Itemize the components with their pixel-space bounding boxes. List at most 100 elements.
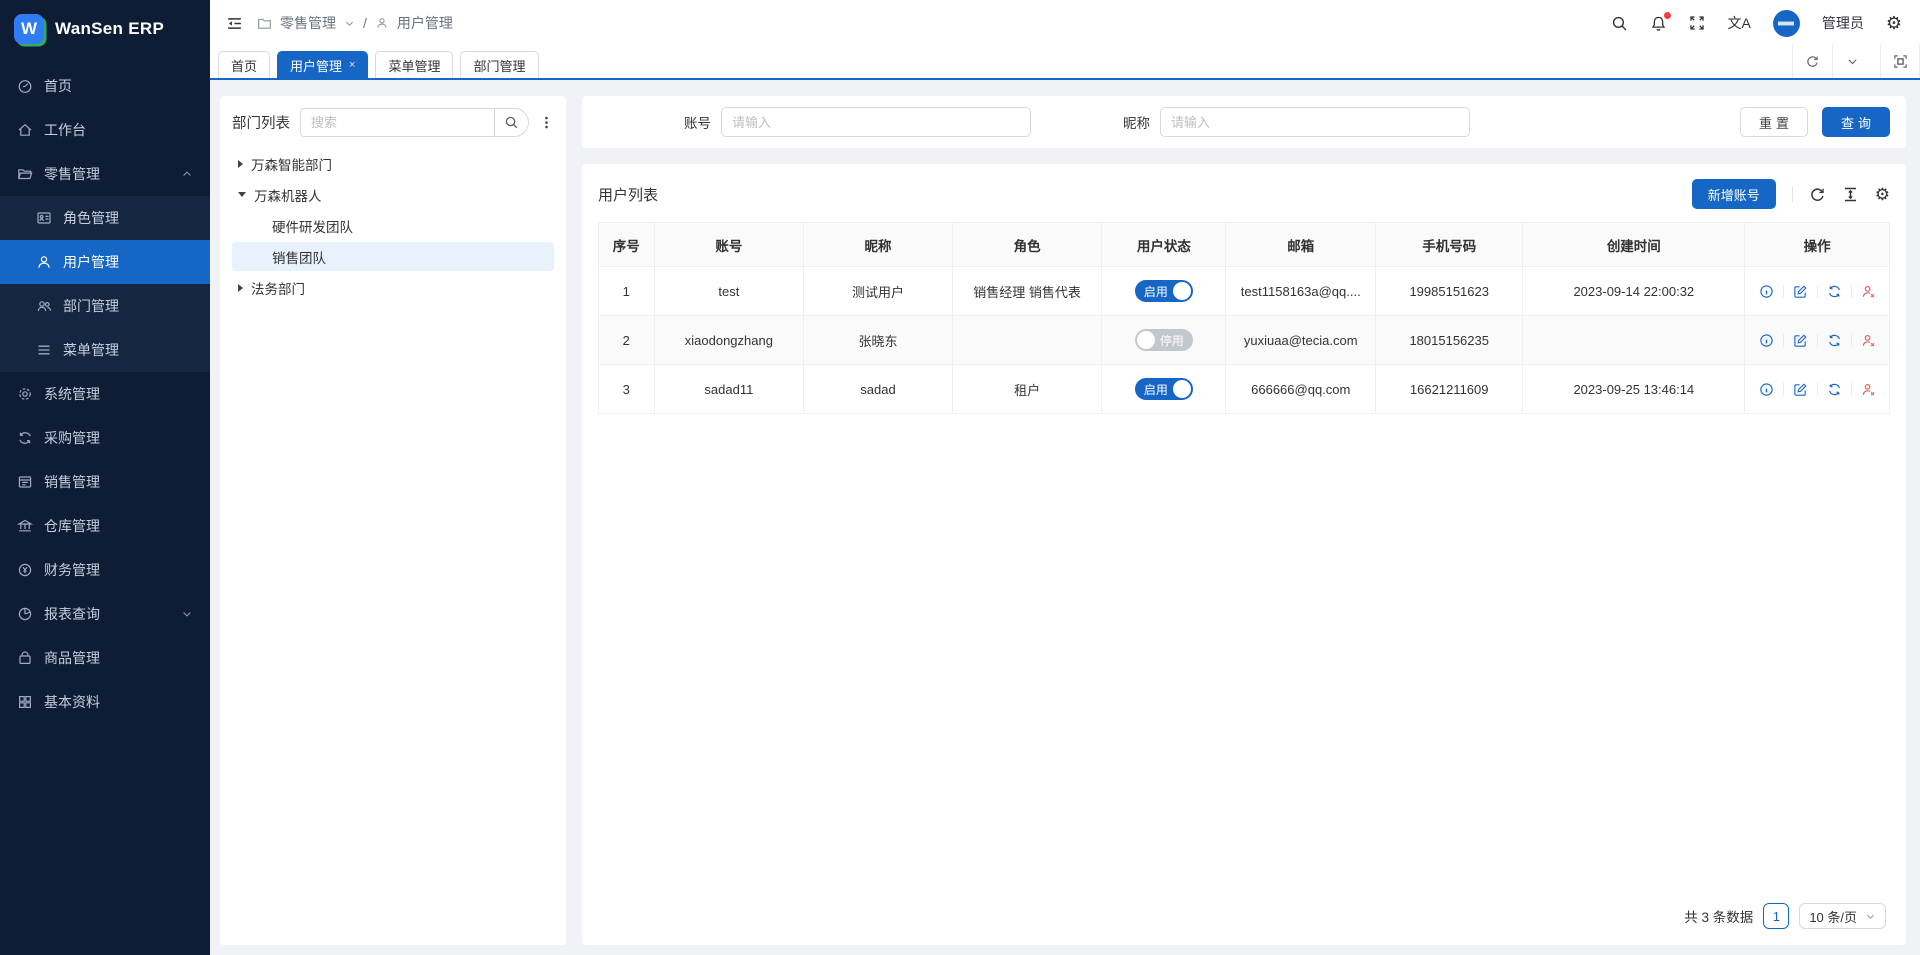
tab-user-management[interactable]: 用户管理 ×	[277, 51, 368, 78]
tree-item[interactable]: 法务部门	[232, 273, 554, 302]
add-account-button[interactable]: 新增账号	[1692, 179, 1776, 209]
info-icon[interactable]	[1759, 382, 1774, 397]
page-size-select[interactable]: 10 条/页	[1799, 903, 1886, 929]
avatar[interactable]	[1773, 10, 1800, 37]
tree-item-label: 万森机器人	[254, 185, 322, 205]
menu-fold-icon[interactable]	[226, 15, 243, 32]
table-row: 1 test 测试用户 销售经理 销售代表 启用	[599, 267, 1890, 316]
edit-icon[interactable]	[1793, 333, 1808, 348]
status-toggle[interactable]: 启用	[1135, 280, 1193, 302]
edit-icon[interactable]	[1793, 284, 1808, 299]
breadcrumb-parent[interactable]: 零售管理	[280, 13, 336, 33]
sidebar-item-user-management[interactable]: 用户管理	[0, 240, 210, 284]
status-toggle[interactable]: 启用	[1135, 378, 1193, 400]
pagination-page-1[interactable]: 1	[1763, 903, 1789, 929]
brand[interactable]: W WanSen ERP	[0, 0, 210, 58]
bag-icon	[17, 650, 33, 666]
info-icon[interactable]	[1759, 333, 1774, 348]
column-height-icon[interactable]	[1842, 186, 1859, 203]
toggle-label: 启用	[1144, 283, 1168, 300]
status-toggle[interactable]: 停用	[1135, 329, 1193, 351]
caret-down-icon[interactable]	[238, 192, 246, 197]
info-icon[interactable]	[1759, 284, 1774, 299]
cell-nickname: 测试用户	[804, 267, 952, 316]
tab-department-management[interactable]: 部门管理	[460, 51, 538, 78]
sidebar-item-role-management[interactable]: 角色管理	[0, 196, 210, 240]
breadcrumb: 零售管理 / 用户管理	[257, 13, 453, 33]
search-icon[interactable]	[1611, 15, 1628, 32]
cell-status: 启用	[1102, 365, 1226, 414]
bank-icon	[17, 518, 33, 534]
sidebar-item-sales-management[interactable]: 销售管理	[0, 460, 210, 504]
sidebar-item-label: 首页	[44, 76, 72, 96]
settings-icon[interactable]: ⚙	[1875, 186, 1890, 203]
tree-item-selected[interactable]: 销售团队	[232, 242, 554, 271]
refresh-tabs-icon[interactable]	[1792, 44, 1832, 78]
gear-icon[interactable]: ⚙	[1886, 14, 1902, 32]
divider	[1851, 285, 1852, 298]
user-delete-icon[interactable]	[1861, 284, 1876, 299]
caret-right-icon[interactable]	[238, 284, 243, 292]
sidebar-item-purchase-management[interactable]: 采购管理	[0, 416, 210, 460]
department-tree: 万森智能部门 万森机器人 硬件研发团队 销售团队 法务部门	[232, 149, 554, 302]
sidebar-item-label: 菜单管理	[63, 340, 119, 360]
refresh-icon[interactable]	[1809, 186, 1826, 203]
sidebar-item-product-management[interactable]: 商品管理	[0, 636, 210, 680]
sidebar-item-warehouse-management[interactable]: 仓库管理	[0, 504, 210, 548]
col-index: 序号	[599, 223, 655, 267]
sidebar-item-finance-management[interactable]: 财务管理	[0, 548, 210, 592]
sidebar-item-dashboard[interactable]: 首页	[0, 64, 210, 108]
user-delete-icon[interactable]	[1861, 333, 1876, 348]
sidebar-item-menu-management[interactable]: 菜单管理	[0, 328, 210, 372]
sidebar-item-report-query[interactable]: 报表查询	[0, 592, 210, 636]
sidebar-item-workbench[interactable]: 工作台	[0, 108, 210, 152]
sync-icon	[17, 430, 33, 446]
reset-button[interactable]: 重置	[1740, 107, 1808, 137]
tabbar: 首页 用户管理 × 菜单管理 部门管理	[210, 46, 1920, 80]
translate-icon[interactable]: 文A	[1728, 13, 1751, 33]
close-icon[interactable]: ×	[349, 59, 355, 71]
sync-icon[interactable]	[1827, 284, 1842, 299]
sidebar-menu: 首页 工作台 零售管理	[0, 58, 210, 955]
search-button[interactable]: 查询	[1822, 107, 1890, 137]
caret-right-icon[interactable]	[238, 160, 243, 168]
department-search-input[interactable]	[301, 115, 494, 130]
tree-item[interactable]: 万森机器人	[232, 180, 554, 209]
search-icon[interactable]	[494, 109, 528, 136]
sync-icon[interactable]	[1827, 382, 1842, 397]
nickname-input[interactable]	[1160, 107, 1470, 137]
fullscreen-icon[interactable]	[1689, 15, 1706, 32]
sync-icon[interactable]	[1827, 333, 1842, 348]
user-delete-icon[interactable]	[1861, 382, 1876, 397]
sidebar-item-department-management[interactable]: 部门管理	[0, 284, 210, 328]
col-phone: 手机号码	[1376, 223, 1523, 267]
tab-home[interactable]: 首页	[218, 51, 270, 78]
account-input[interactable]	[721, 107, 1031, 137]
divider	[1783, 383, 1784, 396]
maximize-icon[interactable]	[1880, 44, 1920, 78]
tree-item[interactable]: 硬件研发团队	[232, 211, 554, 240]
sidebar-item-label: 工作台	[44, 120, 86, 140]
cell-status: 启用	[1102, 267, 1226, 316]
sidebar-item-basic-data[interactable]: 基本资料	[0, 680, 210, 724]
tree-item[interactable]: 万森智能部门	[232, 149, 554, 178]
tab-menu-management[interactable]: 菜单管理	[375, 51, 453, 78]
sidebar-item-label: 基本资料	[44, 692, 100, 712]
bell-icon[interactable]	[1650, 15, 1667, 32]
sidebar-submenu-retail: 角色管理 用户管理 部门管理	[0, 196, 210, 372]
main-column: 零售管理 / 用户管理	[210, 0, 1920, 955]
more-vertical-icon[interactable]	[539, 115, 554, 130]
sidebar-item-retail-management[interactable]: 零售管理	[0, 152, 210, 196]
dashboard-icon	[17, 78, 33, 94]
sidebar-item-system-management[interactable]: 系统管理	[0, 372, 210, 416]
edit-icon[interactable]	[1793, 382, 1808, 397]
user-name[interactable]: 管理员	[1822, 13, 1864, 33]
brand-logo-icon: W	[14, 14, 44, 44]
sidebar: W WanSen ERP 首页 工作台 零售管理	[0, 0, 210, 955]
col-account: 账号	[654, 223, 804, 267]
pie-chart-icon	[17, 606, 33, 622]
cell-index: 1	[599, 267, 655, 316]
chevron-down-icon[interactable]	[344, 18, 355, 29]
table-row: 2 xiaodongzhang 张晓东 停用	[599, 316, 1890, 365]
tabs-dropdown-icon[interactable]	[1832, 44, 1872, 78]
